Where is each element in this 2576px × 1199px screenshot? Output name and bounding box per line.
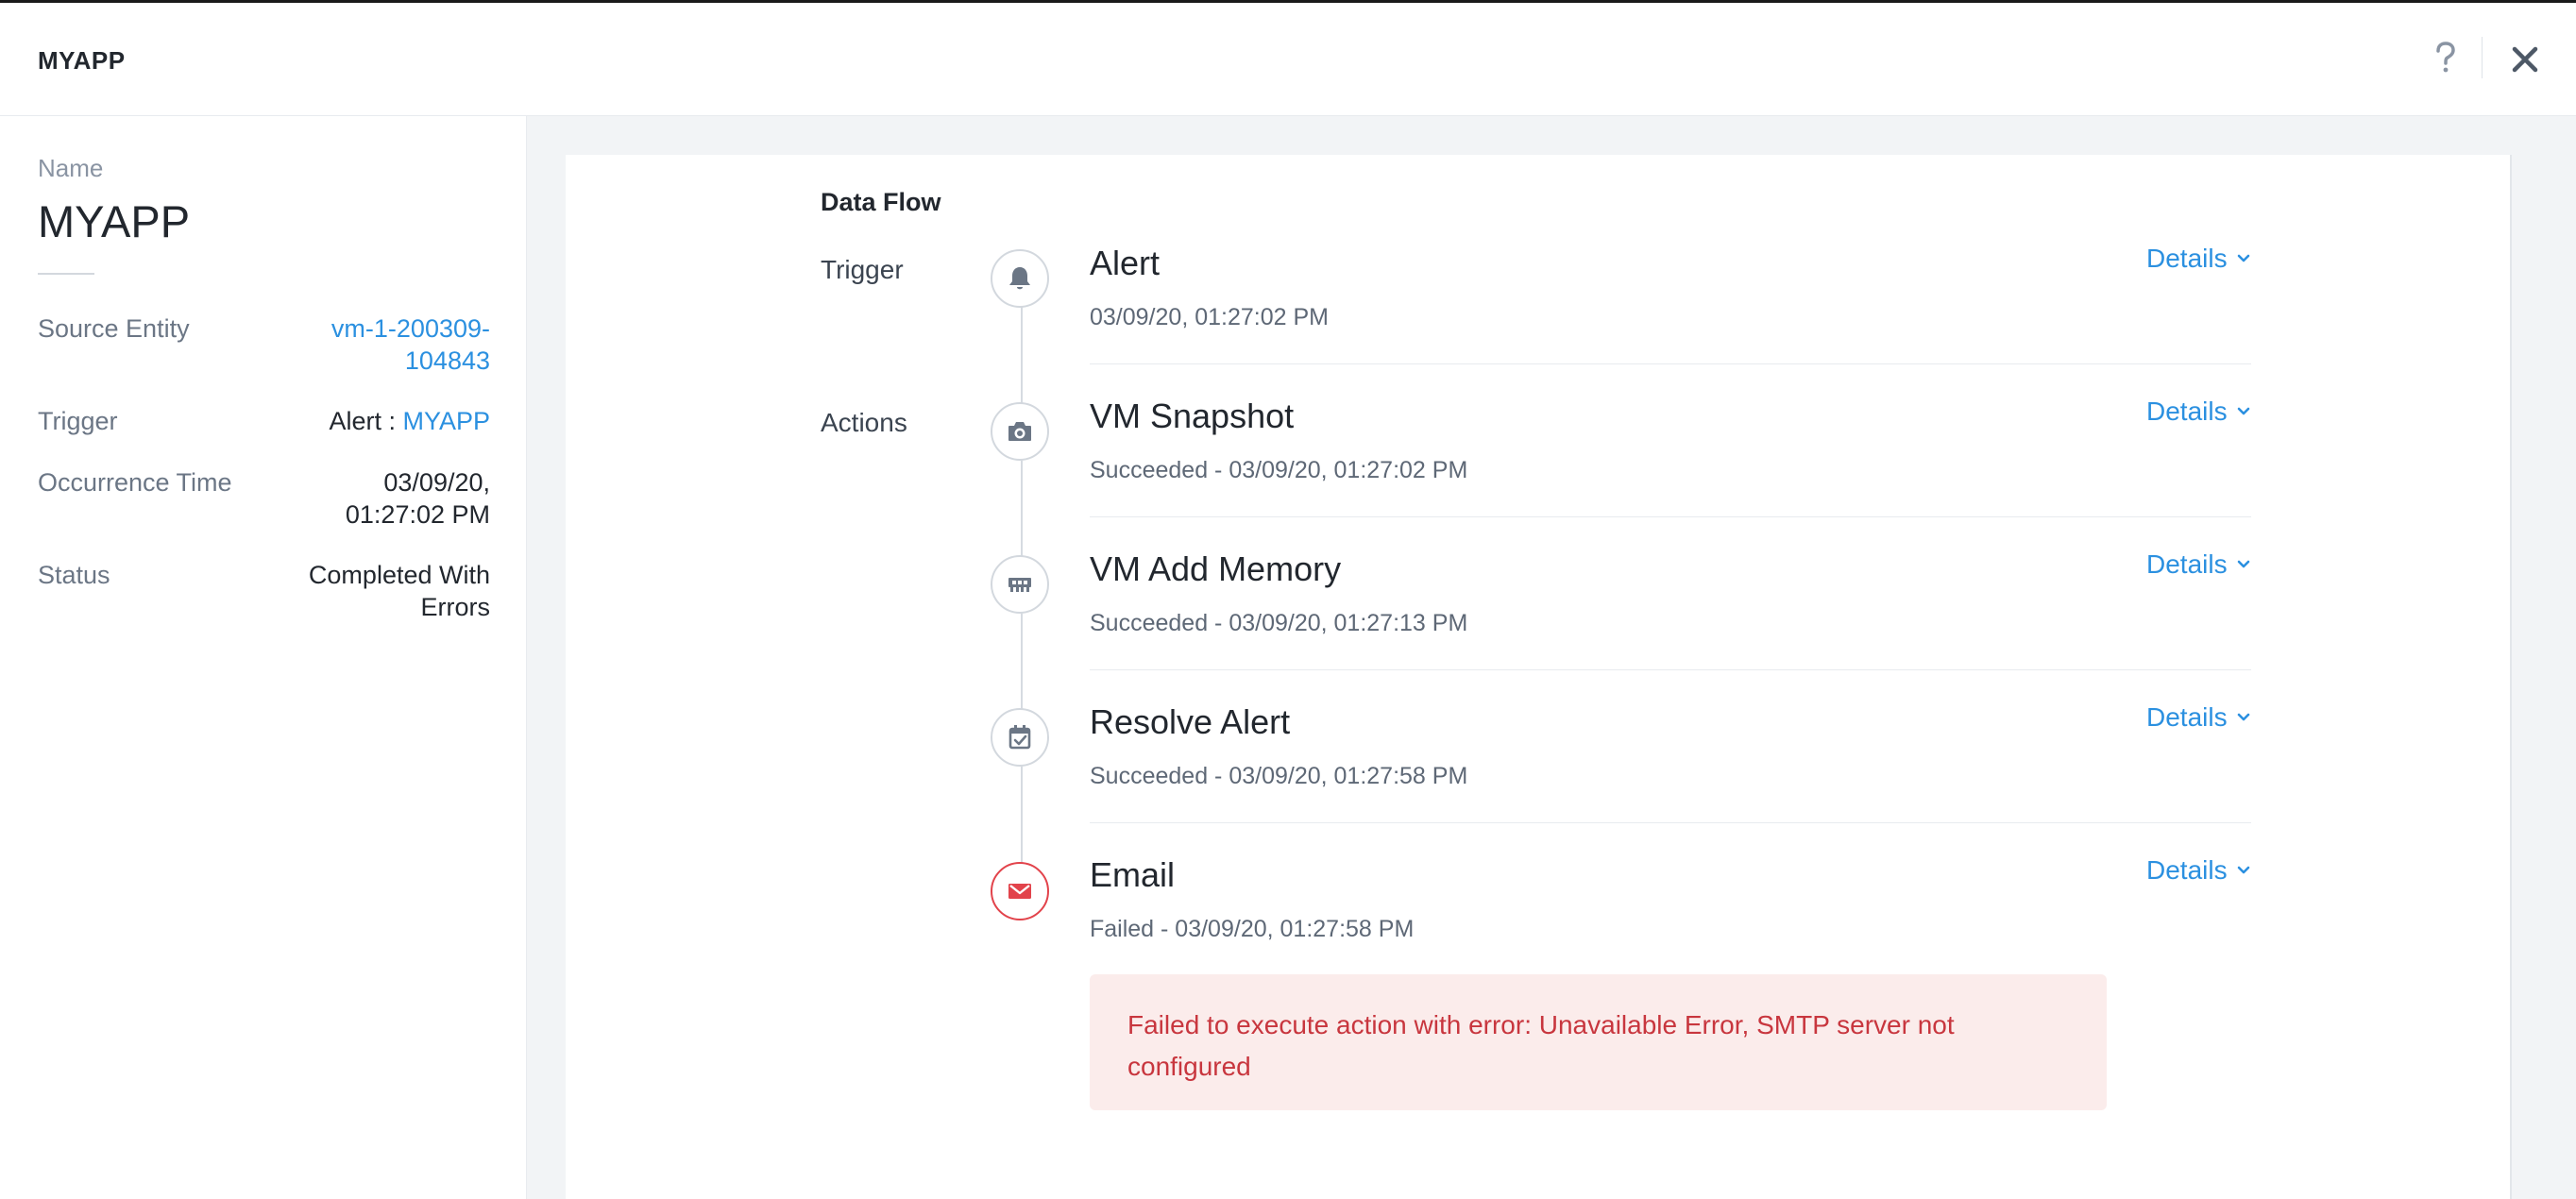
flow-item-title: Alert: [1090, 244, 1161, 282]
calendar-check-icon: [1008, 725, 1031, 750]
chevron-down-icon: [2237, 254, 2249, 262]
trigger-section-label: Trigger: [821, 255, 904, 284]
item-divider: [1090, 363, 2251, 364]
timeline-connector: [1021, 307, 1023, 403]
trigger-label: Trigger: [38, 407, 118, 435]
actions-section-label: Actions: [821, 408, 907, 437]
data-flow-panel: Data Flow Trigger Actions Alert 03/09/20…: [566, 155, 2511, 1199]
name-underline: [38, 273, 94, 275]
details-toggle-email[interactable]: Details: [2146, 855, 2250, 886]
source-entity-link[interactable]: vm-1-200309- 104843: [263, 312, 490, 377]
trigger-value: Alert : MYAPP: [263, 405, 490, 437]
error-message-line: configured: [1127, 1052, 1251, 1081]
flow-item-title: Email: [1090, 855, 1176, 894]
bell-icon: [1009, 267, 1030, 290]
flow-item-title: VM Add Memory: [1090, 549, 1342, 588]
timeline-node-email-failed: [991, 862, 1049, 920]
flow-item-subtitle: Failed - 03/09/20, 01:27:58 PM: [1090, 916, 1415, 942]
error-message-line: Failed to execute action with error: Una…: [1127, 1010, 1955, 1039]
occurrence-time-value: 03/09/20, 01:27:02 PM: [345, 468, 490, 529]
envelope-icon: [1008, 884, 1031, 899]
panel-right-edge: [2510, 155, 2512, 1199]
memory-icon: [1008, 578, 1031, 592]
camera-icon: [1008, 422, 1031, 441]
name-value: MYAPP: [38, 196, 191, 246]
timeline-node-alert: [991, 249, 1049, 308]
data-flow-title: Data Flow: [821, 188, 941, 216]
flow-item-title: VM Snapshot: [1090, 397, 1295, 435]
trigger-prefix: Alert :: [329, 407, 403, 435]
status-value: Completed With Errors: [308, 561, 490, 621]
flow-item-title: Resolve Alert: [1090, 702, 1291, 741]
chevron-down-icon: [2237, 713, 2249, 721]
trigger-link[interactable]: MYAPP: [402, 407, 490, 435]
name-label: Name: [38, 154, 104, 182]
timeline-node-vm-add-memory: [991, 555, 1049, 614]
timeline-node-resolve-alert: [991, 708, 1049, 767]
occurrence-time-label: Occurrence Time: [38, 468, 232, 497]
item-divider: [1090, 822, 2251, 823]
timeline-connector: [1021, 614, 1023, 710]
timeline-connector: [1021, 767, 1023, 864]
item-divider: [1090, 516, 2251, 517]
chevron-down-icon: [2237, 560, 2249, 568]
item-divider: [1090, 669, 2251, 670]
chevron-down-icon: [2237, 866, 2249, 874]
header-divider: [2482, 37, 2483, 78]
question-mark-icon: [2436, 42, 2455, 73]
details-toggle-alert[interactable]: Details: [2146, 244, 2250, 274]
help-button[interactable]: [2429, 41, 2463, 75]
chevron-down-icon: [2237, 407, 2249, 415]
timeline-node-vm-snapshot: [991, 402, 1049, 461]
details-toggle-resolve-alert[interactable]: Details: [2146, 702, 2250, 733]
flow-item-subtitle: Succeeded - 03/09/20, 01:27:13 PM: [1090, 610, 1468, 636]
details-toggle-vm-add-memory[interactable]: Details: [2146, 549, 2250, 580]
close-icon: [2512, 46, 2538, 73]
details-sidebar: Name MYAPP Source Entity vm-1-200309- 10…: [0, 116, 527, 1199]
status-label: Status: [38, 561, 110, 589]
details-toggle-vm-snapshot[interactable]: Details: [2146, 397, 2250, 427]
close-button[interactable]: [2506, 41, 2544, 78]
flow-item-subtitle: Succeeded - 03/09/20, 01:27:58 PM: [1090, 763, 1468, 789]
source-entity-value: vm-1-200309- 104843: [263, 312, 490, 377]
timeline-connector: [1021, 461, 1023, 557]
error-message-box: Failed to execute action with error: Una…: [1090, 974, 2107, 1110]
flow-item-subtitle: 03/09/20, 01:27:02 PM: [1090, 304, 1329, 330]
modal-title: MYAPP: [38, 46, 126, 75]
flow-item-subtitle: Succeeded - 03/09/20, 01:27:02 PM: [1090, 457, 1468, 483]
source-entity-label: Source Entity: [38, 314, 190, 343]
modal-header: MYAPP: [0, 3, 2576, 116]
